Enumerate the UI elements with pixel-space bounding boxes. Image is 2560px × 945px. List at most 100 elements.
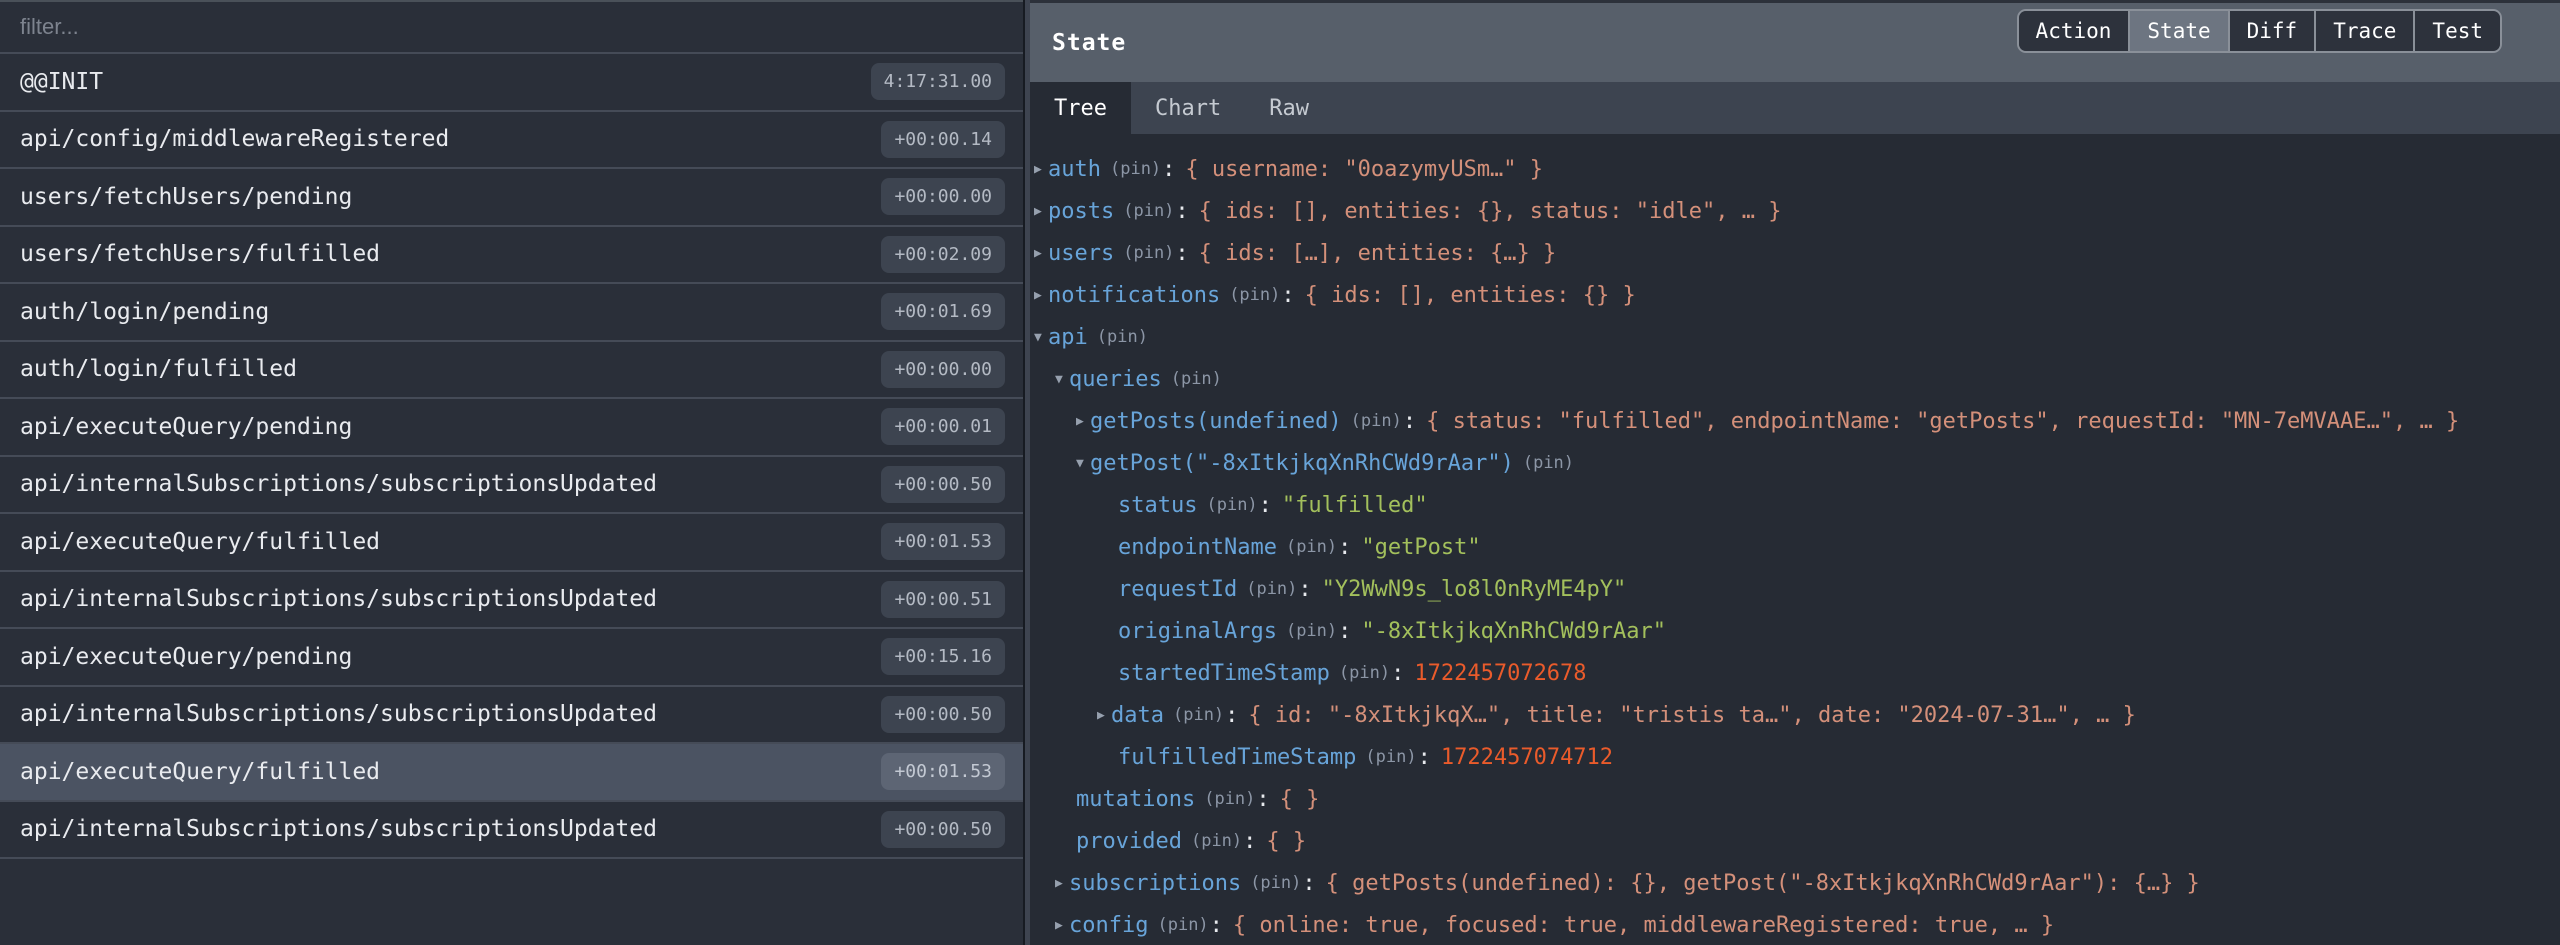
tree-node-key[interactable]: subscriptions [1069,871,1241,896]
tree-node-value: { id: "-8xItkjkqX…", title: "tristis ta…… [1248,703,2135,728]
expand-arrow-icon[interactable]: ▼ [1055,373,1069,386]
pin-button[interactable]: (pin) [1250,873,1301,893]
action-timestamp-badge: +00:00.50 [881,696,1005,733]
action-list-item[interactable]: auth/login/pending +00:01.69 [0,284,1023,342]
tree-node-value: { status: "fulfilled", endpointName: "ge… [1426,409,2459,434]
action-name: api/executeQuery/pending [20,414,352,440]
tree-node-key[interactable]: data [1111,703,1164,728]
tree-node-key[interactable]: auth [1048,157,1101,182]
tree-node-value: { } [1266,829,1306,854]
action-list-item[interactable]: users/fetchUsers/fulfilled +00:02.09 [0,227,1023,285]
tree-node-fulfilledTimeStamp: fulfilledTimeStamp (pin) : 1722457074712 [1030,736,2560,778]
key-value-colon: : [1259,493,1272,518]
expand-arrow-icon[interactable]: ▼ [1076,457,1090,470]
action-list-item[interactable]: api/executeQuery/fulfilled +00:01.53 [0,514,1023,572]
action-list-item[interactable]: auth/login/fulfilled +00:00.00 [0,342,1023,400]
expand-arrow-icon[interactable]: ▶ [1055,877,1069,890]
pin-button[interactable]: (pin) [1206,495,1257,515]
inspector-header: State Action State Diff Trace Test [1030,0,2560,82]
tree-node-key[interactable]: fulfilledTimeStamp [1118,745,1356,770]
expand-arrow-icon[interactable]: ▶ [1055,919,1069,932]
tree-node-key[interactable]: users [1048,241,1114,266]
expand-arrow-icon[interactable]: ▶ [1076,415,1090,428]
tree-node-subscriptions: ▶ subscriptions (pin) : { getPosts(undef… [1030,862,2560,904]
tree-node-key[interactable]: mutations [1076,787,1195,812]
action-timestamp-badge: +00:01.69 [881,293,1005,330]
pin-button[interactable]: (pin) [1123,201,1174,221]
tree-node-notifications: ▶ notifications (pin) : { ids: [], entit… [1030,274,2560,316]
tree-node-key[interactable]: startedTimeStamp [1118,661,1330,686]
pin-button[interactable]: (pin) [1110,159,1161,179]
tree-node-key[interactable]: notifications [1048,283,1220,308]
pin-button[interactable]: (pin) [1523,453,1574,473]
action-list-item[interactable]: api/internalSubscriptions/subscriptionsU… [0,572,1023,630]
action-list-item[interactable]: api/executeQuery/fulfilled +00:01.53 [0,744,1023,802]
pin-button[interactable]: (pin) [1204,789,1255,809]
action-list-item[interactable]: api/internalSubscriptions/subscriptionsU… [0,802,1023,860]
pin-button[interactable]: (pin) [1123,243,1174,263]
pin-button[interactable]: (pin) [1191,831,1242,851]
tree-node-key[interactable]: api [1048,325,1088,350]
expand-arrow-icon[interactable]: ▶ [1034,205,1048,218]
pin-button[interactable]: (pin) [1286,621,1337,641]
tree-node-key[interactable]: requestId [1118,577,1237,602]
expand-arrow-icon[interactable]: ▼ [1034,331,1048,344]
action-list-item[interactable]: api/executeQuery/pending +00:00.01 [0,399,1023,457]
action-timestamp-badge: +00:15.16 [881,638,1005,675]
tree-node-value: { ids: […], entities: {…} } [1199,241,1557,266]
key-value-colon: : [1210,913,1223,938]
action-list-item[interactable]: api/internalSubscriptions/subscriptionsU… [0,457,1023,515]
pin-button[interactable]: (pin) [1351,411,1402,431]
action-list-item[interactable]: api/executeQuery/pending +00:15.16 [0,629,1023,687]
pin-button[interactable]: (pin) [1229,285,1280,305]
pin-button[interactable]: (pin) [1246,579,1297,599]
action-timestamp-badge: +00:00.14 [881,121,1005,158]
pin-button[interactable]: (pin) [1157,915,1208,935]
tree-node-key[interactable]: getPosts(undefined) [1090,409,1342,434]
tree-node-getPostsundefined: ▶ getPosts(undefined) (pin) : { status: … [1030,400,2560,442]
expand-arrow-icon[interactable]: ▶ [1034,163,1048,176]
key-value-colon: : [1225,703,1238,728]
expand-arrow-icon[interactable]: ▶ [1034,247,1048,260]
tree-node-key[interactable]: originalArgs [1118,619,1277,644]
tab-trace[interactable]: Trace [2314,11,2413,51]
action-list-item[interactable]: api/internalSubscriptions/subscriptionsU… [0,687,1023,745]
tree-node-mutations: mutations (pin) : { } [1030,778,2560,820]
expand-arrow-icon[interactable]: ▶ [1034,289,1048,302]
action-list-item[interactable]: api/config/middlewareRegistered +00:00.1… [0,112,1023,170]
subtab-tree[interactable]: Tree [1030,82,1131,134]
subtab-raw[interactable]: Raw [1245,82,1333,134]
action-list-item[interactable]: @@INIT 4:17:31.00 [0,54,1023,112]
page-title: State [1030,30,1126,56]
tree-node-key[interactable]: getPost("-8xItkjkqXnRhCWd9rAar") [1090,451,1514,476]
tab-state[interactable]: State [2128,11,2227,51]
action-list-item[interactable]: users/fetchUsers/pending +00:00.00 [0,169,1023,227]
action-name: @@INIT [20,69,103,95]
tab-diff[interactable]: Diff [2228,11,2315,51]
tree-node-value: "getPost" [1361,535,1480,560]
pin-button[interactable]: (pin) [1365,747,1416,767]
tab-test[interactable]: Test [2413,11,2500,51]
filter-input[interactable] [0,2,1023,52]
pin-button[interactable]: (pin) [1339,663,1390,683]
tree-node-status: status (pin) : "fulfilled" [1030,484,2560,526]
pin-button[interactable]: (pin) [1173,705,1224,725]
tree-node-key[interactable]: endpointName [1118,535,1277,560]
tab-action[interactable]: Action [2019,11,2129,51]
action-name: api/internalSubscriptions/subscriptionsU… [20,586,657,612]
tree-node-key[interactable]: queries [1069,367,1162,392]
subtab-chart[interactable]: Chart [1131,82,1245,134]
tree-node-users: ▶ users (pin) : { ids: […], entities: {…… [1030,232,2560,274]
state-subtab-bar: Tree Chart Raw [1030,82,2560,134]
tree-node-value: "fulfilled" [1282,493,1428,518]
tree-node-key[interactable]: status [1118,493,1197,518]
tree-node-originalArgs: originalArgs (pin) : "-8xItkjkqXnRhCWd9r… [1030,610,2560,652]
tree-node-key[interactable]: config [1069,913,1148,938]
expand-arrow-icon[interactable]: ▶ [1097,709,1111,722]
pin-button[interactable]: (pin) [1171,369,1222,389]
pin-button[interactable]: (pin) [1286,537,1337,557]
pin-button[interactable]: (pin) [1097,327,1148,347]
tree-node-key[interactable]: posts [1048,199,1114,224]
tree-node-value: 1722457074712 [1441,745,1613,770]
tree-node-key[interactable]: provided [1076,829,1182,854]
